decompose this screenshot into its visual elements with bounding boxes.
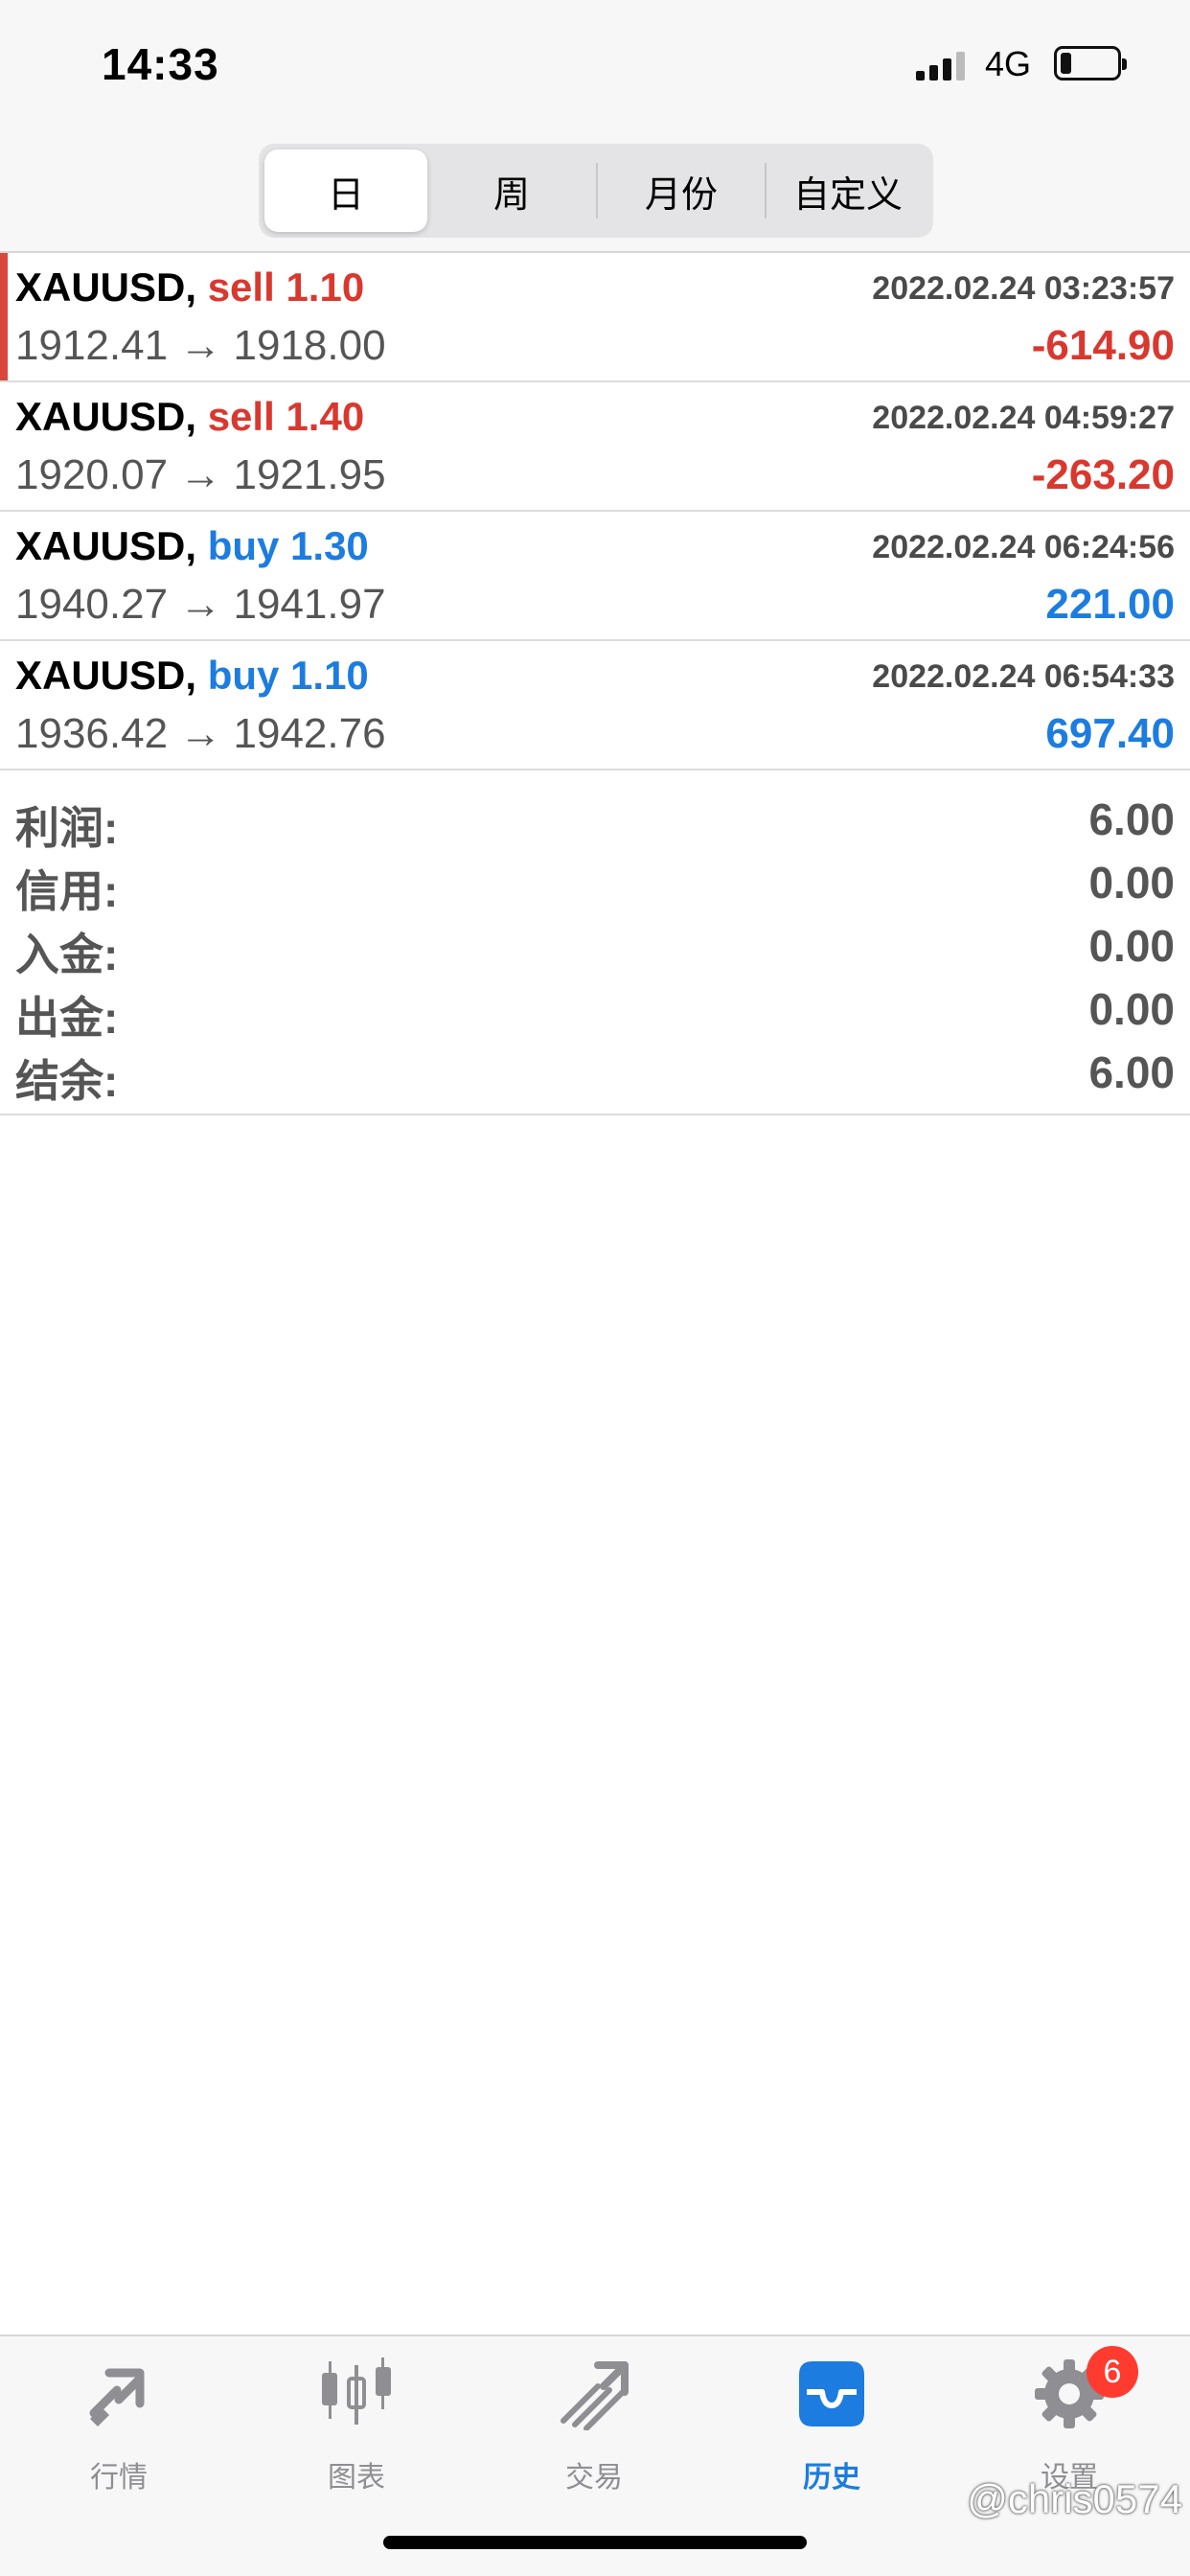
tab-quotes[interactable]: 行情 — [42, 2354, 195, 2497]
chart-icon — [322, 2358, 391, 2425]
deal-type: sell — [207, 394, 275, 439]
summary-label: 入金: — [15, 930, 119, 979]
deal-type: buy — [207, 523, 280, 568]
status-time: 14:33 — [102, 39, 219, 89]
summary-label: 结余: — [15, 1056, 119, 1106]
deal-row[interactable]: XAUUSD, buy 1.30 2022.02.24 06:24:56 194… — [0, 512, 1190, 641]
network-label: 4G — [985, 44, 1032, 83]
deal-volume: 1.30 — [290, 523, 369, 568]
tab-trade[interactable]: 交易 — [517, 2354, 671, 2497]
watermark: @chris0574 — [967, 2476, 1182, 2521]
summary-label: 信用: — [15, 866, 119, 916]
deal-type: buy — [207, 653, 280, 698]
segment-month[interactable]: 月份 — [598, 150, 765, 232]
tab-label: 历史 — [803, 2462, 860, 2494]
account-summary: 利润: 6.00 信用: 0.00 入金: 0.00 出金: 0.00 结余: … — [0, 770, 1190, 1116]
summary-value: 0.00 — [1088, 858, 1175, 908]
deal-time: 2022.02.24 04:59:27 — [872, 400, 1175, 436]
summary-label: 利润: — [15, 803, 119, 853]
battery-icon — [1054, 46, 1127, 80]
deal-volume: 1.10 — [290, 653, 369, 698]
signal-icon — [916, 50, 968, 80]
tab-label: 行情 — [90, 2462, 148, 2494]
deal-profit: 221.00 — [1045, 581, 1175, 628]
deal-profit: -614.90 — [1031, 322, 1175, 369]
period-segmented-control: 日 周 月份 自定义 — [259, 144, 933, 238]
deal-type: sell — [207, 264, 275, 310]
summary-value: 6.00 — [1088, 1047, 1175, 1097]
deal-prices: 1912.41 → 1918.00 — [15, 322, 386, 369]
summary-row-deposit: 入金: 0.00 — [0, 914, 1190, 979]
summary-row-balance: 结余: 6.00 — [0, 1041, 1190, 1106]
deal-row[interactable]: XAUUSD, sell 1.10 2022.02.24 03:23:57 19… — [0, 253, 1190, 382]
segment-custom[interactable]: 自定义 — [767, 150, 929, 232]
deal-symbol: XAUUSD, — [15, 264, 197, 310]
trade-icon — [561, 2361, 629, 2430]
summary-value: 0.00 — [1088, 921, 1175, 971]
quotes-icon — [89, 2368, 145, 2426]
deal-symbol: XAUUSD, — [15, 394, 197, 439]
summary-row-withdrawal: 出金: 0.00 — [0, 978, 1190, 1043]
segment-week[interactable]: 周 — [427, 150, 596, 232]
segment-day[interactable]: 日 — [264, 150, 427, 232]
tab-label: 图表 — [328, 2462, 385, 2494]
tab-label: 交易 — [565, 2462, 623, 2494]
deal-symbol: XAUUSD, — [15, 523, 197, 568]
deal-prices: 1940.27 → 1941.97 — [15, 581, 386, 628]
tab-chart[interactable]: 图表 — [280, 2354, 433, 2497]
notification-badge: 6 — [1087, 2346, 1138, 2398]
deal-profit: 697.40 — [1045, 710, 1175, 757]
deal-symbol: XAUUSD, — [15, 653, 197, 698]
deal-volume: 1.40 — [286, 394, 365, 439]
home-indicator[interactable] — [383, 2536, 807, 2549]
summary-label: 出金: — [15, 993, 119, 1043]
tab-history[interactable]: 历史 — [755, 2354, 908, 2497]
deal-profit: -263.20 — [1031, 451, 1175, 498]
history-icon — [799, 2361, 864, 2426]
deal-time: 2022.02.24 03:23:57 — [872, 270, 1175, 307]
top-area: 14:33 4G 日 周 月份 自定义 — [0, 0, 1190, 253]
summary-value: 6.00 — [1088, 794, 1175, 844]
summary-row-credit: 信用: 0.00 — [0, 851, 1190, 916]
deal-row[interactable]: XAUUSD, sell 1.40 2022.02.24 04:59:27 19… — [0, 382, 1190, 512]
deal-list: XAUUSD, sell 1.10 2022.02.24 03:23:57 19… — [0, 253, 1190, 770]
deal-prices: 1936.42 → 1942.76 — [15, 710, 386, 757]
deal-row[interactable]: XAUUSD, buy 1.10 2022.02.24 06:54:33 193… — [0, 641, 1190, 770]
summary-row-profit: 利润: 6.00 — [0, 788, 1190, 853]
summary-value: 0.00 — [1088, 984, 1175, 1034]
deal-time: 2022.02.24 06:54:33 — [872, 658, 1175, 695]
deal-prices: 1920.07 → 1921.95 — [15, 451, 386, 498]
deal-volume: 1.10 — [286, 264, 365, 310]
deal-time: 2022.02.24 06:24:56 — [872, 529, 1175, 565]
